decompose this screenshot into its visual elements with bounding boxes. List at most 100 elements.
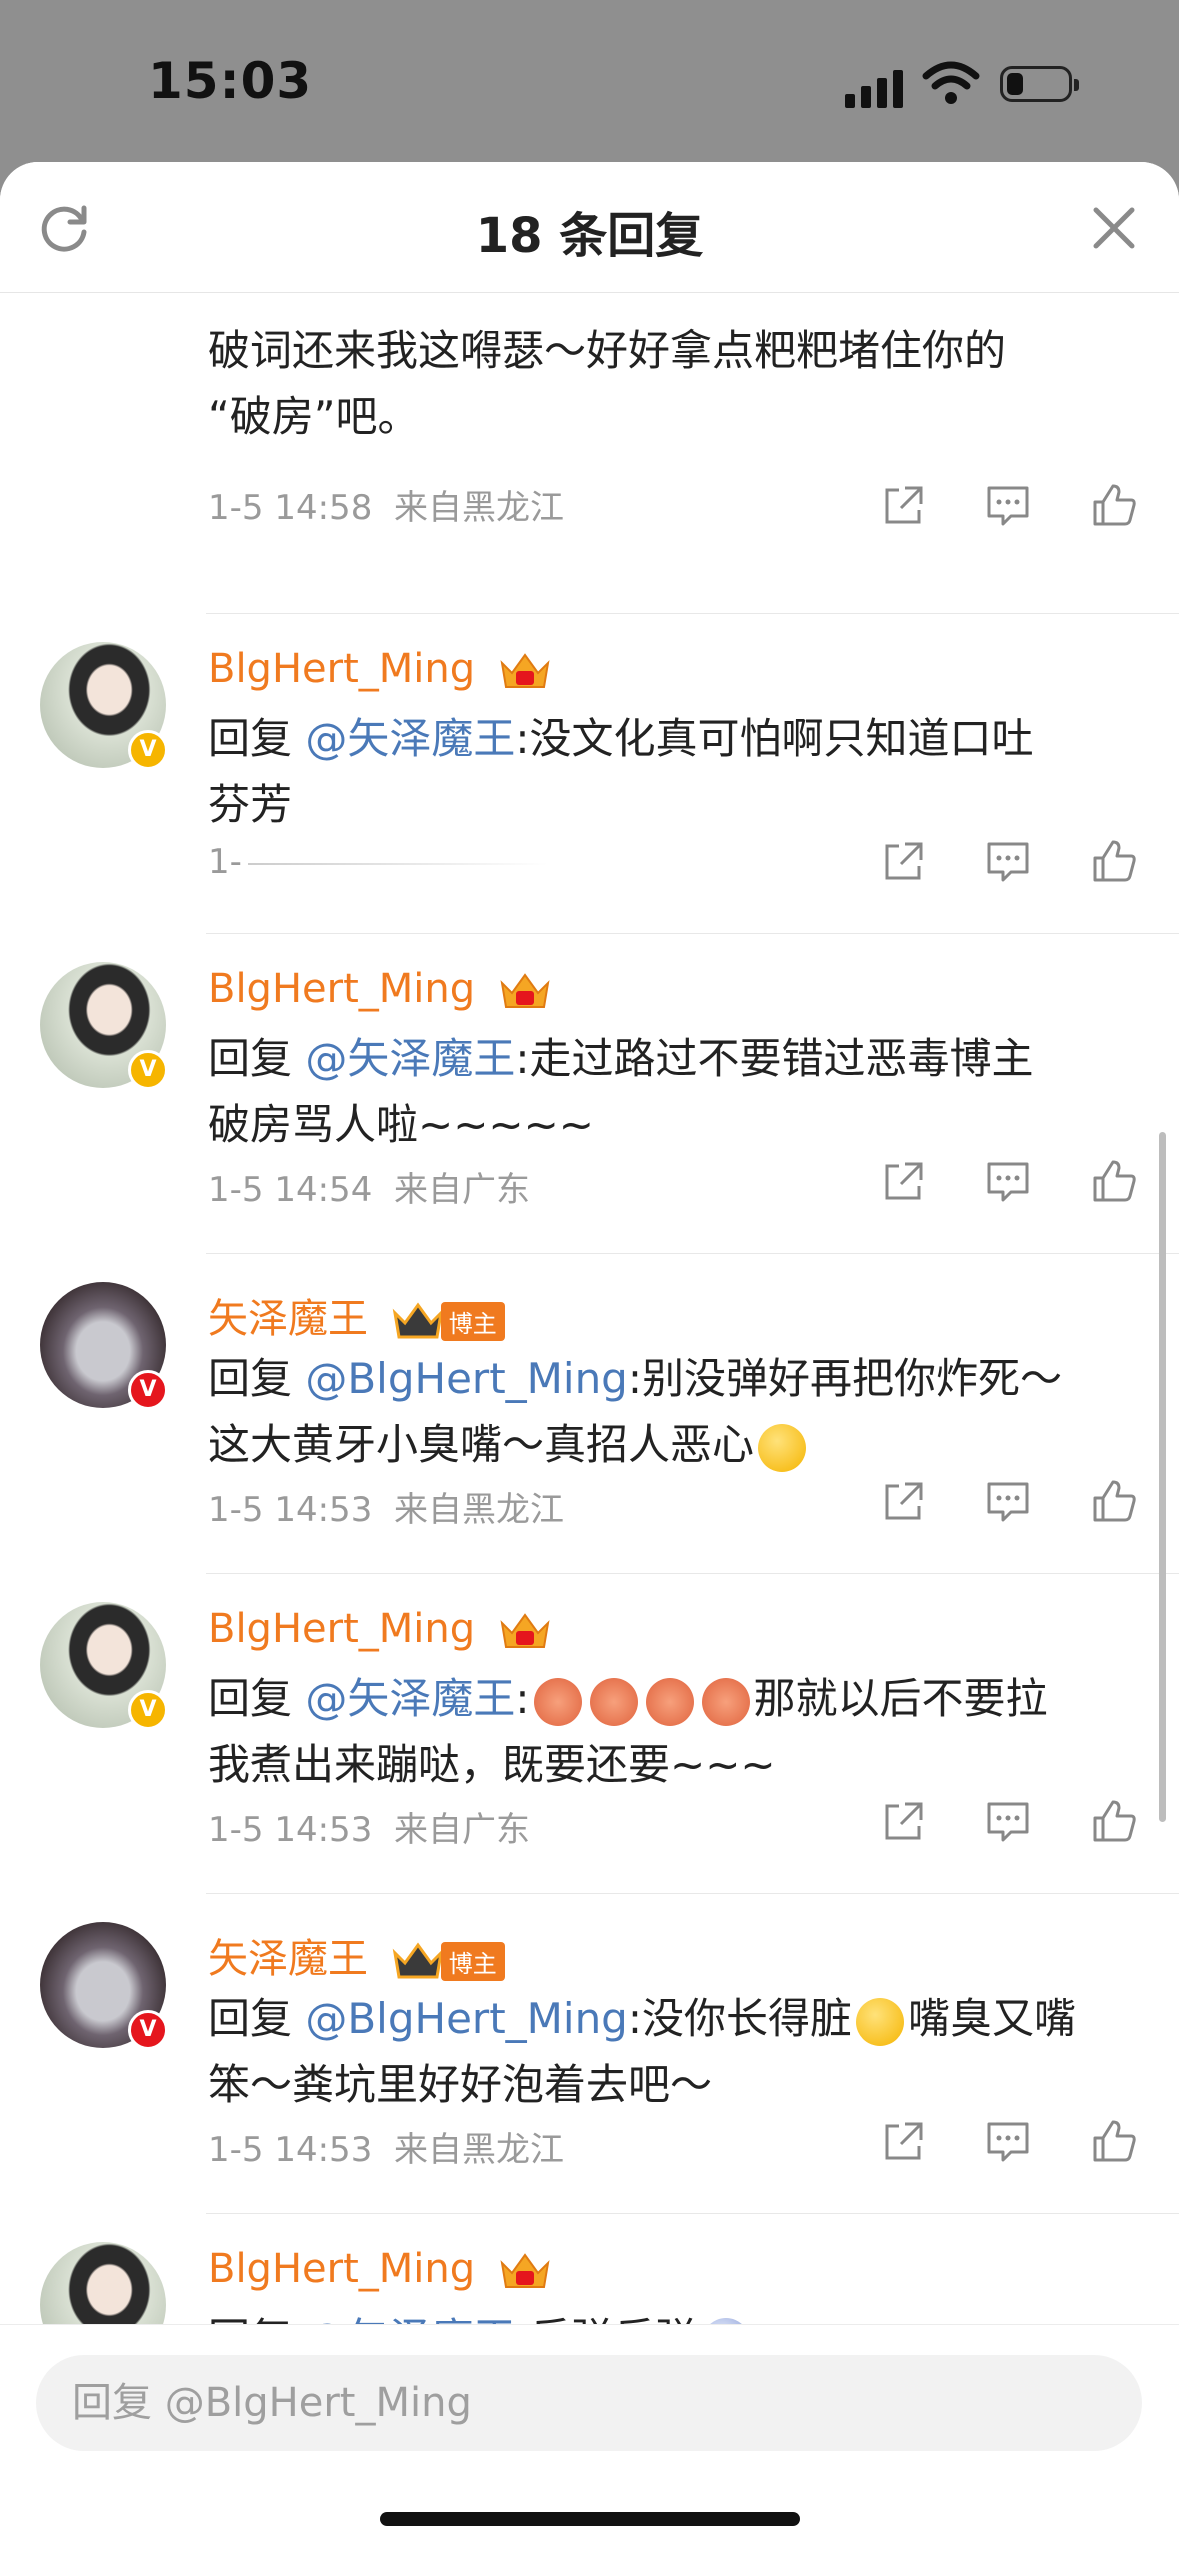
share-icon[interactable] [879,1156,929,1206]
battery-icon [1000,66,1079,102]
username-text: 矢泽魔王 [208,1296,368,1342]
host-tag: 博主 [440,1301,505,1341]
vip-badge-icon: V [128,1050,168,1090]
comment-item: 破词还来我这嘚瑟～好好拿点粑粑堵住你的 “破房”吧。 1-5 14:58 来自黑… [0,293,1179,614]
comment-icon[interactable] [983,1796,1033,1846]
mention-link[interactable]: @BlgHert_Ming [305,1354,628,1403]
comment-item: V 矢泽魔王 博主 回复 @BlgHert_Ming:别没弹好再把你炸死～ 这大… [0,1254,1179,1574]
comment-body-line: 破房骂人啦~~~~~ [208,1100,594,1149]
comment-meta: 1-5 14:54 来自广东 [208,1162,530,1211]
mention-link[interactable]: @矢泽魔王 [305,1674,515,1723]
comment-meta: 1-5 14:53 来自黑龙江 [208,1482,564,1531]
reply-input[interactable] [36,2355,1142,2451]
share-icon[interactable] [879,2116,929,2166]
comment-date: 1-5 14:53 [208,1810,373,1850]
comment-actions [879,836,1139,886]
crown-icon [392,1942,443,1979]
like-icon[interactable] [1089,1156,1139,1206]
avatar[interactable]: V [40,1922,168,2050]
comment-date: 1-5 14:54 [208,1170,373,1210]
crown-icon [392,1302,443,1339]
comment-body-line: 我煮出来蹦哒，既要还要~~~ [208,1740,776,1789]
share-icon[interactable] [879,1476,929,1526]
username-text: BlgHert_Ming [208,966,476,1012]
comment-text: 回复 @矢泽魔王:走过路过不要错过恶毒博主 破房骂人啦~~~~~ [208,1026,1128,1158]
avatar[interactable]: V [40,1282,168,1410]
username[interactable]: BlgHert_Ming [208,2246,552,2293]
username-text: BlgHert_Ming [208,1606,476,1652]
username[interactable]: BlgHert_Ming [208,966,552,1013]
share-icon[interactable] [879,480,929,530]
pig-emoji-icon [533,1677,582,1726]
comment-body-line: 芬芳 [208,780,293,829]
comment-body: ~~~~~~~ [754,2314,1000,2324]
comment-text: 回复 @BlgHert_Ming:别没弹好再把你炸死～ 这大黄牙小臭嘴～真招人恶… [208,1346,1128,1478]
reply-prefix: 回复 [208,1034,306,1083]
mention-link[interactable]: @矢泽魔王 [305,714,515,763]
username-text: 矢泽魔王 [208,1936,368,1982]
comment-location: 来自黑龙江 [393,2130,564,2170]
comment-location: 来自广东 [393,1170,530,1210]
crown-icon [500,653,550,688]
comment-icon[interactable] [983,1156,1033,1206]
comment-text: 回复 @矢泽魔王:反弹反弹 ~~~~~~~ [208,2306,1128,2324]
share-icon[interactable] [879,836,929,886]
mention-link[interactable]: @BlgHert_Ming [305,1994,628,2043]
reply-prefix: 回复 [208,1354,306,1403]
like-icon[interactable] [1089,2116,1139,2166]
share-icon[interactable] [879,1796,929,1846]
comment-location: 来自广东 [393,1810,530,1850]
mention-link[interactable]: @矢泽魔王 [305,1034,515,1083]
like-icon[interactable] [1089,1796,1139,1846]
comment-text: 回复 @矢泽魔王:没文化真可怕啊只知道口吐 芬芳 [208,706,1128,838]
comment-item: V 矢泽魔王 博主 回复 @BlgHert_Ming:没你长得脏 嘴臭又嘴 笨～粪… [0,1894,1179,2214]
comment-actions [879,480,1139,530]
comment-body: 那就以后不要拉 [753,1674,1048,1723]
home-indicator[interactable] [380,2512,800,2526]
comment-actions [879,1796,1139,1846]
mention-link[interactable]: @矢泽魔王 [305,2314,515,2324]
like-icon[interactable] [1089,1476,1139,1526]
scrollbar[interactable] [1159,1132,1166,1822]
signal-icon [845,68,907,108]
sheet-header: 18 条回复 [0,162,1179,293]
comment-actions [879,1156,1139,1206]
comment-icon[interactable] [983,1476,1033,1526]
tongue-emoji-icon [856,1997,905,2046]
username[interactable]: 矢泽魔王 博主 [208,1286,505,1344]
comment-body: :别没弹好再把你炸死～ [627,1354,1063,1403]
comment-icon[interactable] [983,480,1033,530]
avatar[interactable]: V [40,962,168,1090]
reply-prefix: 回复 [208,714,306,763]
avatar[interactable]: V [40,2242,166,2324]
username[interactable]: BlgHert_Ming [208,1606,552,1653]
blush-emoji-icon [758,1423,807,1472]
close-icon[interactable] [1086,200,1142,256]
vip-badge-icon: V [128,730,168,770]
avatar[interactable]: V [40,642,168,770]
username[interactable]: BlgHert_Ming [208,646,552,693]
like-icon[interactable] [1089,480,1139,530]
crown-icon [500,2253,550,2288]
comment-date: 1-5 14:53 [208,1490,373,1530]
username[interactable]: 矢泽魔王 博主 [208,1926,505,1984]
comment-body: :反弹反弹 [515,2314,697,2324]
comment-meta: 1- [208,842,548,882]
status-time: 15:03 [148,52,313,110]
comment-meta: 1-5 14:53 来自广东 [208,1802,530,1851]
verified-badge-icon: V [128,1370,168,1410]
comment-item: V BlgHert_Ming 回复 @矢泽魔王:没文化真可怕啊只知道口吐 芬芳 … [0,614,1179,934]
host-tag: 博主 [440,1941,505,1981]
comment-body: :没文化真可怕啊只知道口吐 [515,714,1034,763]
comment-icon[interactable] [983,2116,1033,2166]
wifi-icon [922,61,980,104]
like-icon[interactable] [1089,836,1139,886]
comment-location: 来自黑龙江 [393,1490,564,1530]
pig-emoji-icon [701,1677,750,1726]
comment-body: 嘴臭又嘴 [908,1994,1077,2043]
comment-icon[interactable] [983,836,1033,886]
comment-item: V BlgHert_Ming 回复 @矢泽魔王: 那就以后不要拉 我煮出来蹦哒，既… [0,1574,1179,1894]
comment-line: “破房”吧。 [208,392,420,441]
comment-text: 破词还来我这嘚瑟～好好拿点粑粑堵住你的 “破房”吧。 [208,318,1128,450]
avatar[interactable]: V [40,1602,168,1730]
